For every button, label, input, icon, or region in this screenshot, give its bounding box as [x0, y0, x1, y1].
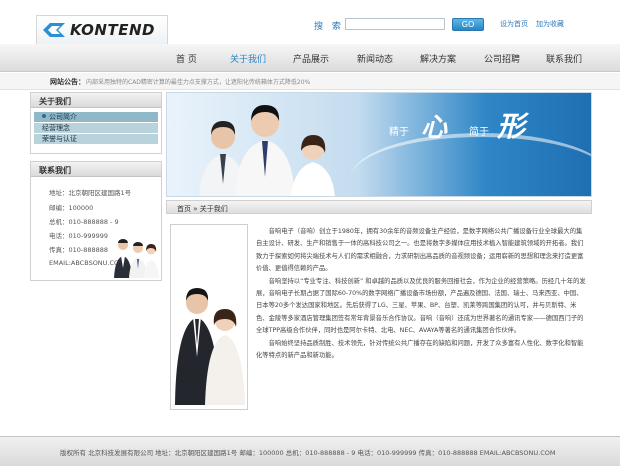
logo[interactable]: KONTEND: [36, 15, 168, 45]
contact-people-image: [114, 239, 159, 278]
banner-text-2: 简于: [469, 127, 489, 138]
main-nav: 首 页 关于我们 产品展示 新闻动态 解决方案 公司招聘 联系我们: [0, 44, 620, 72]
banner-big-text-1: 心: [421, 113, 448, 143]
nav-jobs[interactable]: 公司招聘: [484, 52, 520, 65]
about-menu: 公司简介 经营理念 荣誉与认证: [34, 112, 158, 144]
article-paragraph-2: 音响坚持以“专业专注、科技创新” 和卓越的品质以及优良的服务回报社会，作为企业的…: [256, 277, 586, 335]
logo-text: KONTEND: [70, 21, 155, 39]
sidebar-item-honors[interactable]: 荣誉与认证: [34, 134, 158, 144]
about-panel-title: 关于我们: [31, 93, 161, 108]
nav-contact[interactable]: 联系我们: [546, 52, 582, 65]
nav-news[interactable]: 新闻动态: [357, 52, 393, 65]
footer-text: 版权所有 北京科技发展有限公司 地址：北京朝阳区建国路1号 邮编：100000 …: [60, 449, 556, 457]
sidebar-item-philosophy[interactable]: 经营理念: [34, 123, 158, 133]
sidebar-item-label: 公司简介: [49, 113, 77, 121]
sidebar-item-company-profile[interactable]: 公司简介: [34, 112, 158, 122]
breadcrumb: 首页 » 关于我们: [166, 200, 592, 214]
search-input[interactable]: [345, 18, 445, 30]
content-people-image: [175, 288, 245, 405]
contact-panel-title: 联系我们: [31, 162, 161, 177]
banner-big-text-2: 形: [497, 110, 526, 143]
go-button[interactable]: GO: [452, 18, 484, 31]
nav-solutions[interactable]: 解决方案: [420, 52, 456, 65]
banner-swoosh-decoration: [351, 133, 591, 196]
about-article: 音响电子（音响）创立于1980年，拥有30余年的音频设备生产经验，是数字网络公共…: [256, 226, 588, 362]
article-paragraph-1: 音响电子（音响）创立于1980年，拥有30余年的音频设备生产经验，是数字网络公共…: [256, 228, 584, 273]
content-photo-frame: [170, 224, 248, 410]
contact-phone: 电话：010-999999: [49, 232, 109, 240]
contact-address: 地址：北京朝阳区建国路1号: [49, 189, 132, 197]
contact-fax: 传真：010-888888: [49, 246, 109, 254]
banner-text-1: 精于: [389, 127, 409, 138]
breadcrumb-separator: »: [191, 205, 200, 213]
sidebar-item-label: 经营理念: [42, 124, 70, 132]
bullet-icon: [42, 114, 46, 118]
notice-bar: 网站公告： 内部采用独特的CAD精密计算的最佳力点支撑方式，让遮阳化传统箱体方式…: [0, 73, 620, 90]
banner-people-image: [199, 105, 335, 196]
hero-banner: 精于 心 简于 形: [166, 92, 592, 197]
footer: 版权所有 北京科技发展有限公司 地址：北京朝阳区建国路1号 邮编：100000 …: [0, 436, 620, 466]
contact-panel: 联系我们 地址：北京朝阳区建国路1号 邮编：100000 总机：010-8888…: [30, 161, 162, 281]
add-favorite-link[interactable]: 加为收藏: [536, 19, 564, 29]
about-panel: 关于我们 公司简介 经营理念 荣誉与认证: [30, 92, 162, 154]
notice-text[interactable]: 内部采用独特的CAD精密计算的最佳力点支撑方式，让遮阳化传统箱体方式降低20%: [86, 77, 310, 86]
nav-about[interactable]: 关于我们: [230, 52, 266, 65]
breadcrumb-current: 关于我们: [199, 205, 228, 213]
article-paragraph-3: 音响始终坚持品质制胜、技术领先，针对传统公共广播存在的缺陷和问题，开发了众多富有…: [256, 339, 584, 360]
set-homepage-link[interactable]: 设为首页: [500, 19, 528, 29]
logo-mark-icon: [43, 23, 65, 37]
nav-products[interactable]: 产品展示: [293, 52, 329, 65]
search-label: 搜 索: [314, 22, 344, 32]
nav-home[interactable]: 首 页: [176, 52, 197, 65]
sidebar-item-label: 荣誉与认证: [42, 135, 77, 143]
breadcrumb-home[interactable]: 首页: [177, 205, 191, 213]
contact-postcode: 邮编：100000: [49, 204, 94, 212]
contact-switchboard: 总机：010-888888 - 9: [49, 218, 119, 226]
notice-label: 网站公告：: [50, 78, 85, 86]
top-links: 设为首页 加为收藏: [500, 19, 564, 29]
